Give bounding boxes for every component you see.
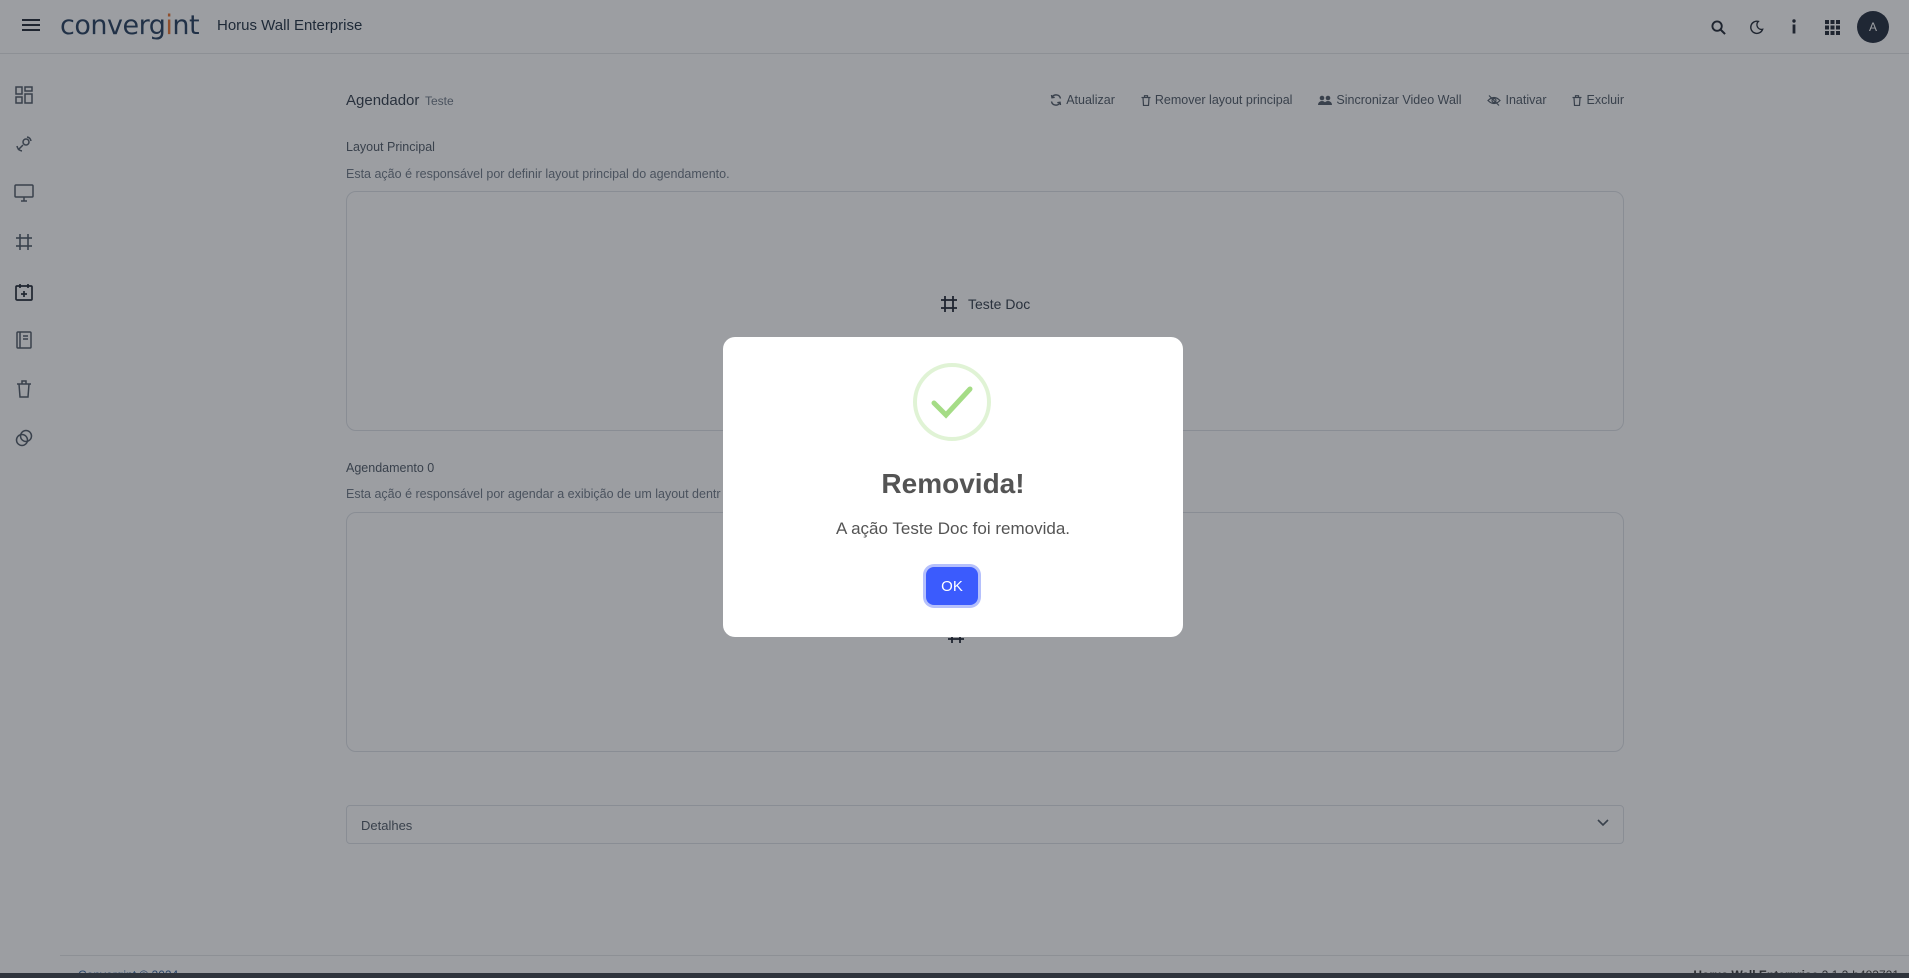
ok-button[interactable]: OK (926, 567, 978, 605)
success-check-icon (913, 363, 991, 441)
success-dialog: Removida! A ação Teste Doc foi removida.… (723, 337, 1183, 637)
dialog-title: Removida! (881, 468, 1025, 499)
dialog-message: A ação Teste Doc foi removida. (835, 519, 1071, 538)
